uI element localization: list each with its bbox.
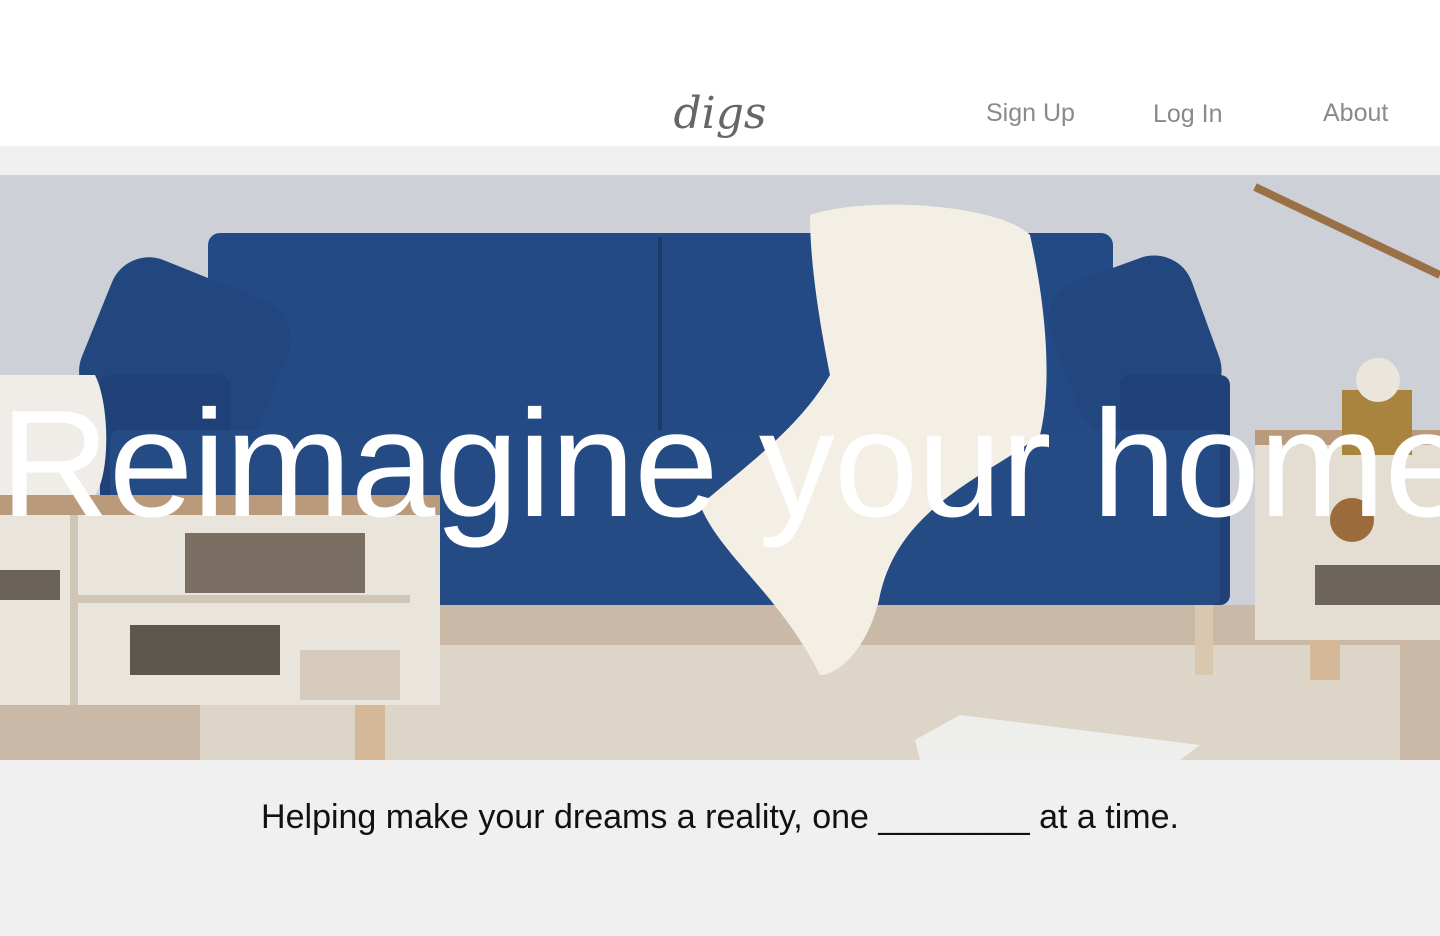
tagline-text: Helping make your dreams a reality, one … — [261, 798, 1179, 836]
nav-about-link[interactable]: About — [1323, 99, 1388, 128]
hero-title: Reimagine your home — [0, 379, 1440, 549]
hero-banner: Reimagine your home — [0, 175, 1440, 760]
logo-text: digs — [674, 88, 767, 139]
nav-sign-up-link[interactable]: Sign Up — [986, 99, 1075, 128]
site-header: digs Sign Up Log In About — [0, 0, 1440, 146]
nav-log-in-link[interactable]: Log In — [1153, 100, 1223, 129]
digs-logo[interactable]: digs — [670, 78, 770, 158]
